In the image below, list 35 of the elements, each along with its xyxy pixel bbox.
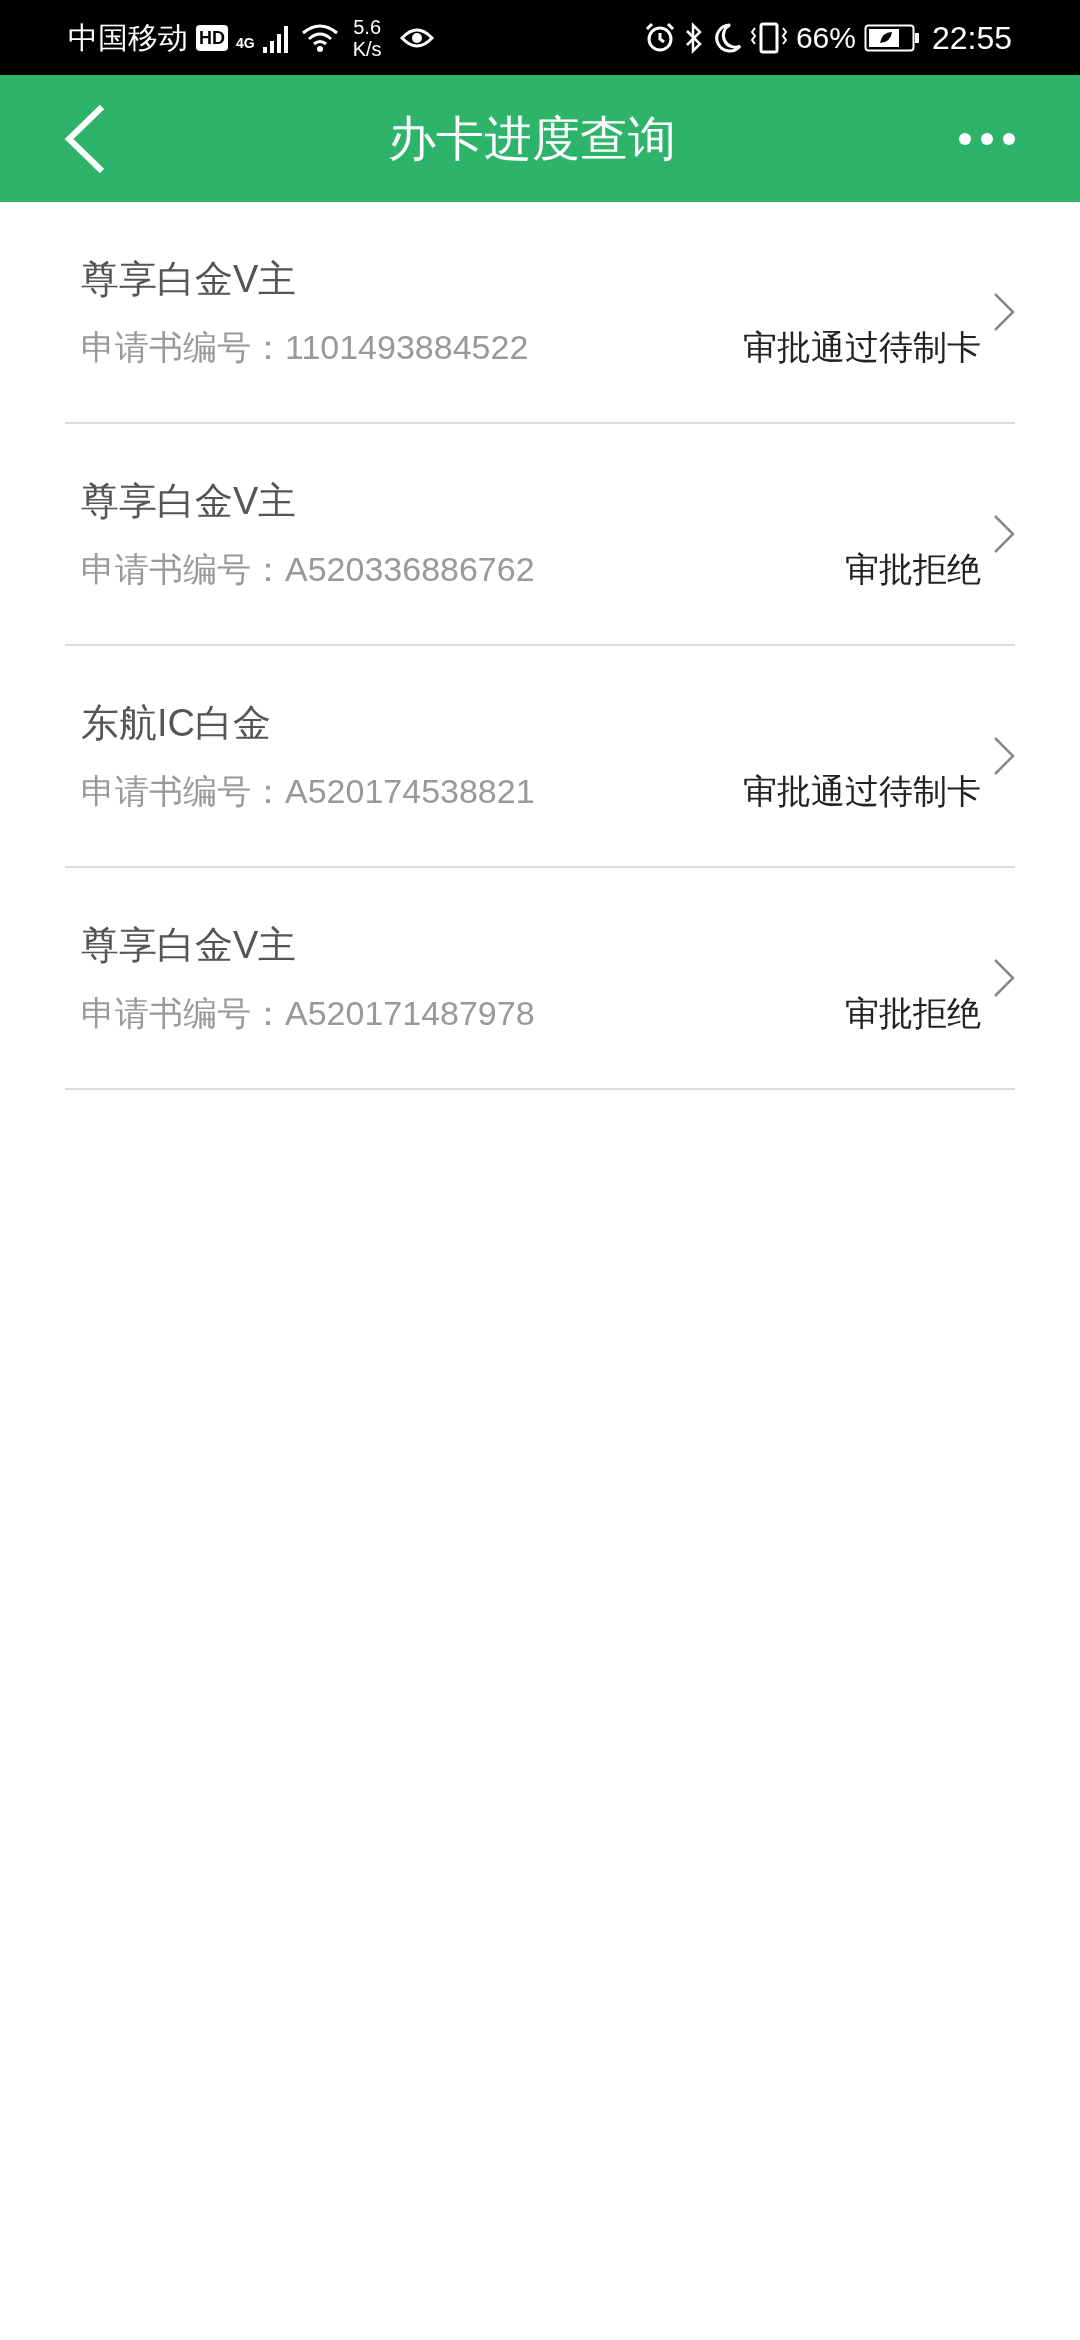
card-name: 东航IC白金 xyxy=(81,701,272,745)
card-name: 尊享白金V主 xyxy=(81,257,298,301)
clock-time: 22:55 xyxy=(931,18,1012,58)
application-item[interactable]: 尊享白金V主 申请书编号：A520171487978 审批拒绝 xyxy=(65,868,1015,1090)
application-item[interactable]: 东航IC白金 申请书编号：A520174538821 审批通过待制卡 xyxy=(65,646,1015,868)
wifi-icon xyxy=(300,22,339,53)
chevron-icon xyxy=(993,958,1015,998)
alarm-icon xyxy=(643,21,676,54)
battery-percent: 66% xyxy=(795,20,856,56)
application-number: 申请书编号：1101493884522 xyxy=(81,327,529,367)
carrier-name: 中国移动 xyxy=(68,19,188,57)
chevron-icon xyxy=(993,292,1015,332)
speed-unit: K/s xyxy=(352,37,382,60)
application-number: 申请书编号：A520336886762 xyxy=(81,549,535,589)
chevron-icon xyxy=(993,514,1015,554)
back-icon[interactable] xyxy=(64,103,106,174)
battery-icon xyxy=(863,23,920,52)
hd-badge: HD xyxy=(196,24,228,51)
more-icon[interactable] xyxy=(958,131,1016,146)
application-item[interactable]: 尊享白金V主 申请书编号：1101493884522 审批通过待制卡 xyxy=(65,202,1015,424)
status-text: 审批拒绝 xyxy=(845,549,981,589)
page-title: 办卡进度查询 xyxy=(388,110,676,167)
status-text: 审批通过待制卡 xyxy=(743,771,981,811)
application-number: 申请书编号：A520171487978 xyxy=(81,993,535,1033)
speed-value: 5.6 xyxy=(353,15,382,38)
bluetooth-icon xyxy=(683,21,704,54)
status-text: 审批拒绝 xyxy=(845,993,981,1033)
card-name: 尊享白金V主 xyxy=(81,923,298,967)
card-name: 尊享白金V主 xyxy=(81,479,298,523)
application-item[interactable]: 尊享白金V主 申请书编号：A520336886762 审批拒绝 xyxy=(65,424,1015,646)
application-number: 申请书编号：A520174538821 xyxy=(81,771,535,811)
status-text: 审批通过待制卡 xyxy=(743,327,981,367)
chevron-icon xyxy=(993,736,1015,776)
network-type: 4G xyxy=(236,34,255,53)
vibrate-icon xyxy=(749,21,788,54)
